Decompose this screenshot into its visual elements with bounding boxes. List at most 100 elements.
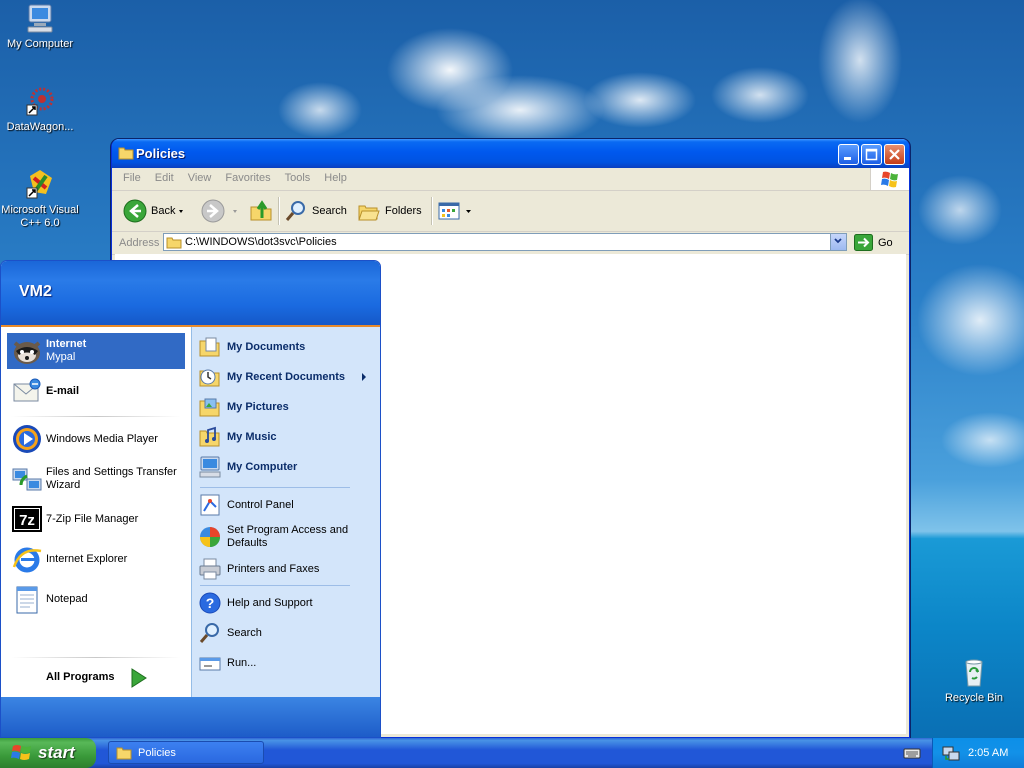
start-menu-separator (11, 657, 181, 658)
run-label: Run... (227, 656, 257, 669)
maximize-icon (865, 148, 878, 161)
my-documents-icon (198, 335, 222, 359)
desktop-icon-recycle-bin[interactable]: Recycle Bin (934, 656, 1014, 705)
chevron-down-icon (834, 238, 842, 244)
mypal-icon (11, 335, 43, 367)
all-programs-button[interactable]: All Programs (1, 663, 191, 693)
close-icon (889, 149, 900, 160)
recent-files-settings-transfer-wizard[interactable]: Files and Settings Transfer Wizard (7, 461, 185, 497)
desktop-icon-datawagon[interactable]: DataWagon... (0, 85, 80, 134)
control-panel-item[interactable]: Control Panel (198, 491, 374, 519)
recent-internet-explorer[interactable]: Internet Explorer (7, 541, 185, 577)
recent-notepad[interactable]: Notepad (7, 581, 185, 617)
printers-and-faxes-item[interactable]: Printers and Faxes (198, 555, 374, 583)
pinned-internet-subtitle: Mypal (46, 351, 76, 363)
search-button[interactable]: Search (284, 199, 347, 223)
taskbar-button-policies[interactable]: Policies (108, 741, 264, 764)
pinned-email[interactable]: E-mail (7, 373, 185, 409)
my-documents-item[interactable]: My Documents (198, 333, 374, 361)
menu-favorites[interactable]: Favorites (218, 168, 277, 184)
my-music-label: My Music (227, 430, 277, 443)
up-folder-button[interactable] (249, 199, 277, 223)
pinned-internet-title: Internet (46, 338, 87, 350)
my-recent-documents-item[interactable]: My Recent Documents (198, 363, 374, 391)
start-menu-separator (11, 416, 181, 417)
address-input[interactable]: C:\WINDOWS\dot3svc\Policies (163, 233, 847, 251)
start-menu-separator (200, 585, 350, 586)
folder-icon (116, 747, 132, 759)
views-icon (438, 202, 460, 220)
green-arrow-icon (131, 668, 147, 688)
desktop-icon-my-computer[interactable]: My Computer (0, 2, 80, 51)
address-path: C:\WINDOWS\dot3svc\Policies (185, 236, 337, 248)
my-music-item[interactable]: My Music (198, 423, 374, 451)
recent-7zip-file-manager[interactable]: 7z 7-Zip File Manager (7, 501, 185, 537)
network-icon[interactable] (942, 745, 960, 761)
recent-item-label: Internet Explorer (46, 552, 128, 565)
go-arrow-icon (854, 234, 873, 251)
title-bar[interactable]: Policies (112, 139, 909, 168)
windows-flag-icon (11, 745, 31, 760)
start-menu-footer (1, 697, 380, 737)
pinned-email-title: E-mail (46, 384, 80, 397)
recent-item-label: Files and Settings Transfer Wizard (46, 466, 177, 491)
start-menu-separator (200, 487, 350, 488)
standard-toolbar: Back Search Folders (112, 191, 909, 232)
run-icon (198, 651, 222, 675)
my-pictures-icon (198, 395, 222, 419)
run-item[interactable]: Run... (198, 649, 374, 677)
close-button[interactable] (884, 144, 905, 165)
7zip-icon: 7z (11, 503, 43, 535)
folders-button[interactable]: Folders (357, 199, 422, 223)
help-and-support-label: Help and Support (227, 596, 313, 609)
folder-icon (118, 147, 134, 160)
help-and-support-item[interactable]: ? Help and Support (198, 589, 374, 617)
menu-help[interactable]: Help (317, 168, 354, 184)
start-menu: VM2 Internet Mypal E-mail Windows Media … (0, 260, 381, 738)
windows-flag-icon (881, 171, 898, 188)
menu-edit[interactable]: Edit (148, 168, 181, 184)
svg-text:7z: 7z (19, 512, 35, 529)
program-access-icon (198, 525, 222, 549)
my-computer-label: My Computer (227, 460, 298, 473)
search-icon (198, 621, 222, 645)
media-player-icon (11, 423, 43, 455)
system-tray: 2:05 AM (932, 738, 1024, 768)
recent-item-label: Windows Media Player (46, 432, 158, 445)
maximize-button[interactable] (861, 144, 882, 165)
user-name: VM2 (19, 283, 52, 300)
datawagon-icon (24, 85, 56, 117)
views-button[interactable] (437, 199, 477, 223)
pinned-internet[interactable]: Internet Mypal (7, 333, 185, 369)
recent-item-label: Notepad (46, 592, 88, 605)
my-computer-item[interactable]: My Computer (198, 453, 374, 481)
go-button[interactable]: Go (854, 234, 893, 251)
desktop-icon-label: DataWagon... (6, 121, 74, 133)
taskbar-button-label: Policies (138, 746, 176, 759)
notepad-icon (11, 583, 43, 615)
keyboard-icon[interactable] (903, 745, 921, 761)
address-dropdown-button[interactable] (830, 234, 846, 250)
all-programs-label: All Programs (46, 671, 115, 683)
address-label: Address (119, 237, 160, 249)
recent-windows-media-player[interactable]: Windows Media Player (7, 421, 185, 457)
clock[interactable]: 2:05 AM (968, 747, 1008, 759)
my-pictures-item[interactable]: My Pictures (198, 393, 374, 421)
minimize-button[interactable] (838, 144, 859, 165)
forward-button[interactable] (201, 199, 245, 223)
menu-view[interactable]: View (181, 168, 219, 184)
start-button[interactable]: start (0, 738, 96, 768)
set-program-access-item[interactable]: Set Program Access and Defaults (198, 521, 374, 553)
recent-documents-icon (198, 365, 222, 389)
control-panel-label: Control Panel (227, 498, 294, 511)
back-button[interactable]: Back (123, 199, 191, 223)
desktop-icon-visual-cpp[interactable]: Microsoft Visual C++ 6.0 (0, 168, 80, 230)
menu-tools[interactable]: Tools (278, 168, 318, 184)
search-item[interactable]: Search (198, 619, 374, 647)
help-icon: ? (198, 591, 222, 615)
start-label: start (38, 743, 75, 762)
desktop-icon-label: My Computer (6, 38, 74, 50)
printer-icon (198, 557, 222, 581)
up-folder-icon (250, 200, 272, 221)
menu-file[interactable]: File (116, 168, 148, 184)
